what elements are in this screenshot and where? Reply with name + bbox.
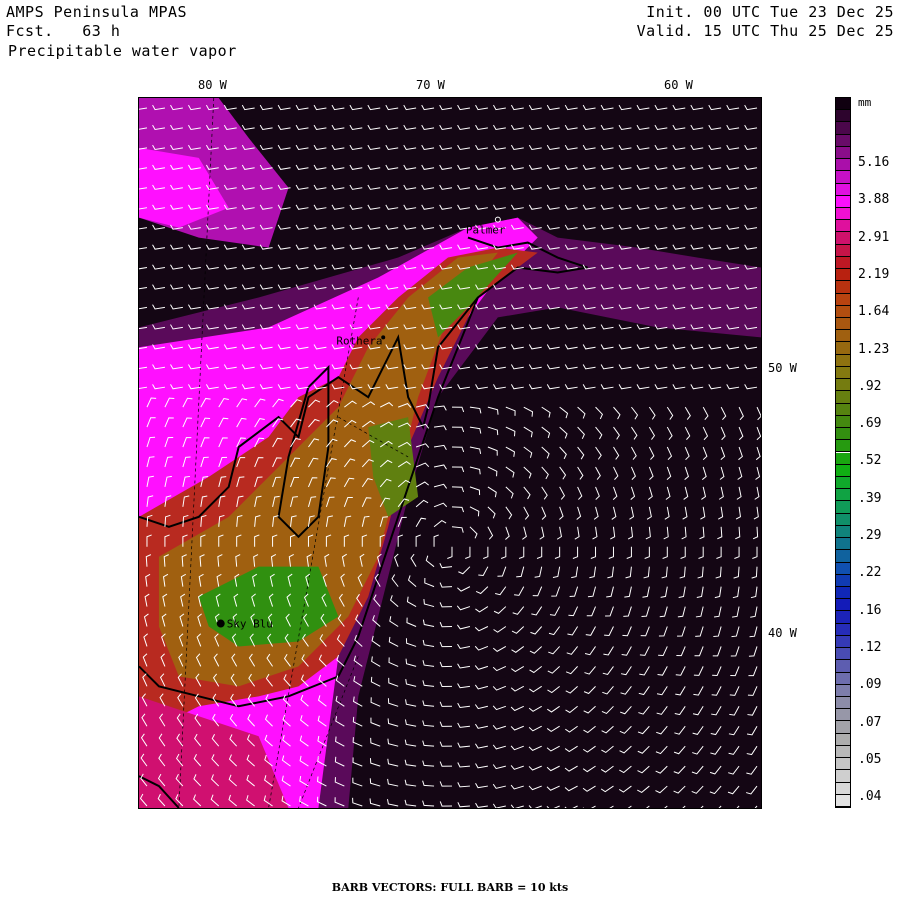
colorbar-swatch [836,660,850,673]
colorbar-swatch [836,684,850,697]
station-rothera: Rothera [336,334,386,347]
colorbar-swatch [836,256,850,270]
colorbar-swatch [836,623,850,636]
lat-label: 50 W [768,361,797,375]
field-name: Precipitable water vapor [8,42,237,60]
colorbar-label: 2.91 [858,229,890,245]
lon-label: 60 W [664,78,693,92]
colorbar-swatch [836,440,850,453]
colorbar-label: .07 [858,714,882,730]
colorbar-swatch [836,611,850,624]
colorbar-swatch [836,415,850,429]
colorbar-label: .16 [858,602,882,618]
colorbar-swatch [836,110,850,123]
weather-map-page: AMPS Peninsula MPAS Fcst. 63 h Precipita… [0,0,900,900]
lon-label: 70 W [416,78,445,92]
svg-text:Sky Blu: Sky Blu [227,618,273,631]
barb-legend: BARB VECTORS: FULL BARB = 10 kts [331,881,569,894]
colorbar-swatch [836,501,850,514]
colorbar-swatch [836,770,850,783]
lat-label: 40 W [768,626,797,640]
colorbar-label: 3.88 [858,192,890,208]
colorbar-label: .09 [858,677,882,693]
colorbar-swatch [836,782,850,795]
colorbar-swatch [836,745,850,759]
colorbar-label: .22 [858,565,882,581]
colorbar-swatch [836,330,850,343]
colorbar-swatch [836,403,850,416]
colorbar-swatch [836,562,850,575]
colorbar-label: .12 [858,639,882,655]
forecast-hour: Fcst. 63 h [6,22,121,40]
colorbar-label: 2.19 [858,266,890,282]
colorbar-swatch [836,293,850,306]
colorbar-swatch [836,525,850,539]
colorbar-swatch [836,672,850,685]
colorbar-label: .05 [858,751,882,767]
colorbar-swatch [836,183,850,196]
colorbar-swatch [836,269,850,282]
colorbar-swatch [836,648,850,661]
colorbar-swatch [836,134,850,147]
colorbar-swatch [836,721,850,734]
colorbar-swatch [836,244,850,257]
colorbar-swatch [836,758,850,771]
colorbar-label: 1.23 [858,341,890,357]
colorbar-label: .04 [858,789,882,805]
colorbar-swatch [836,635,850,649]
colorbar-label: 1.64 [858,304,890,320]
colorbar-swatch [836,794,850,807]
colorbar-swatch [836,366,850,380]
colorbar-swatch [836,476,850,490]
colorbar-swatch [836,452,850,465]
svg-text:Palmer: Palmer [466,224,506,237]
colorbar-swatch [836,305,850,319]
colorbar-swatch [836,159,850,172]
colorbar-swatch [836,464,850,477]
colorbar-swatch [836,220,850,233]
colorbar-swatch [836,146,850,160]
colorbar-swatch [836,171,850,184]
colorbar-label: .52 [858,453,882,469]
colorbar-swatch [836,98,850,111]
colorbar-unit: mm [858,96,872,109]
colorbar-swatch [836,574,850,587]
colorbar-swatch [836,391,850,404]
colorbar-swatch [836,122,850,135]
colorbar-swatch [836,513,850,526]
lon-label: 80 W [198,78,227,92]
colorbar-swatch [836,318,850,331]
colorbar-label: 5.16 [858,155,890,170]
colorbar-swatch [836,586,850,600]
colorbar-swatch [836,354,850,367]
colorbar-swatch [836,428,850,441]
colorbar-swatch [836,538,850,551]
colorbar-swatch [836,232,850,245]
svg-text:Rothera: Rothera [336,334,382,347]
colorbar-swatch [836,709,850,722]
colorbar-label: .39 [858,490,882,506]
colorbar-swatch [836,281,850,294]
colorbar-swatch [836,195,850,208]
colorbar-swatch [836,733,850,746]
colorbar-swatch [836,208,850,221]
colorbar-label: .69 [858,416,882,432]
init-time: Init. 00 UTC Tue 23 Dec 25 [646,3,894,21]
colorbar-swatch [836,489,850,502]
precipitable-water-map: Palmer Rothera Sky Blu [138,97,762,809]
model-title: AMPS Peninsula MPAS [6,3,188,21]
colorbar-swatch [836,342,850,355]
colorbar-label: .29 [858,528,882,543]
colorbar-label: .92 [858,378,882,394]
colorbar-swatch [836,696,850,710]
colorbar-swatch [836,599,850,612]
colorbar-swatch [836,550,850,563]
colorbar-swatch [836,379,850,392]
colorbar [835,97,851,808]
valid-time: Valid. 15 UTC Thu 25 Dec 25 [636,22,894,40]
